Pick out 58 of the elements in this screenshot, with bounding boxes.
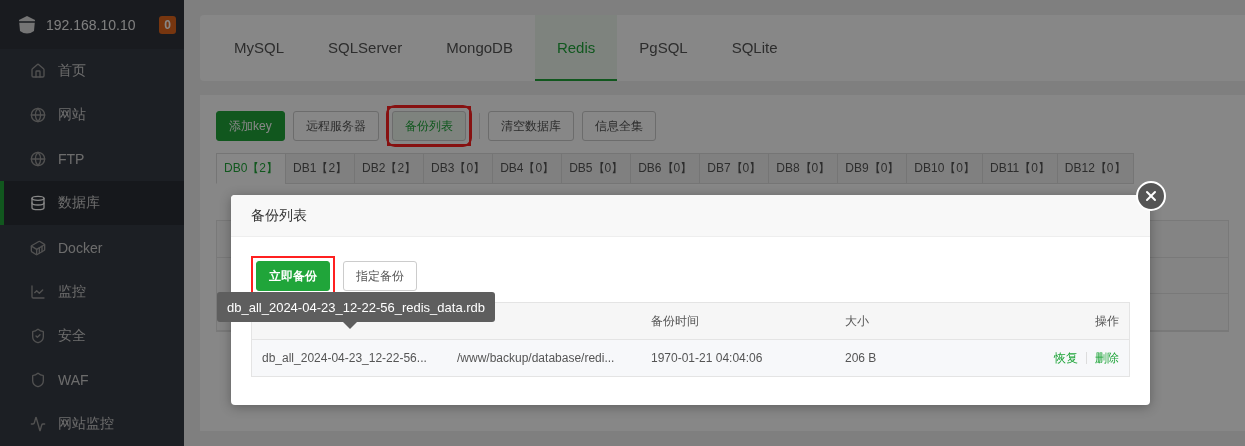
shield-icon	[30, 327, 46, 344]
table-cell-text: 206 B	[845, 351, 878, 365]
database-tab[interactable]: DB11【0】	[982, 153, 1058, 184]
backup-button[interactable]: 指定备份	[343, 261, 417, 291]
toolbar-button[interactable]: 添加key	[216, 111, 285, 141]
home-icon	[30, 63, 46, 80]
table-cell-text: 1970-01-21 04:04:06	[651, 351, 764, 365]
database-tab[interactable]: DB6【0】	[630, 153, 701, 184]
table-cell-text: db_all_2024-04-23_12-22-56...	[262, 351, 428, 365]
server-address: 192.168.10.10	[46, 16, 137, 33]
shield-icon	[30, 371, 46, 388]
sidebar-item[interactable]: Docker	[0, 225, 184, 270]
globe-icon	[30, 107, 46, 124]
database-tab[interactable]: DB4【0】	[492, 153, 563, 184]
database-tab[interactable]: DB12【0】	[1056, 153, 1134, 184]
sidebar-item[interactable]: WAF	[0, 357, 184, 402]
database-tab[interactable]: DB7【0】	[699, 153, 770, 184]
sidebar-item[interactable]: 网站监控	[0, 401, 184, 446]
container-icon	[30, 239, 46, 256]
tooltip-pointer	[343, 322, 357, 329]
globe-icon	[30, 151, 46, 168]
table-cell-text: /www/backup/database/redi...	[457, 351, 616, 365]
database-type-tab[interactable]: MongoDB	[424, 15, 535, 81]
database-tab[interactable]: DB9【0】	[837, 153, 908, 184]
database-tab[interactable]: DB8【0】	[768, 153, 839, 184]
server-logo-icon	[18, 14, 36, 35]
dialog-title: 备份列表	[251, 206, 307, 225]
action-link[interactable]: 恢复	[1054, 349, 1078, 367]
close-icon	[1143, 188, 1159, 204]
sidebar-item[interactable]: 数据库	[0, 181, 184, 226]
toolbar-button[interactable]: 信息全集	[581, 111, 656, 141]
database-type-tab[interactable]: MySQL	[212, 15, 306, 81]
column-header: 备份时间	[651, 312, 700, 330]
column-header: 操作	[1095, 312, 1119, 330]
sidebar-item[interactable]: 监控	[0, 269, 184, 314]
sidebar-item[interactable]: 安全	[0, 313, 184, 358]
toolbar-button[interactable]: 清空数据库	[487, 111, 574, 141]
database-type-tab[interactable]: SQLite	[709, 15, 800, 81]
sidebar-item[interactable]: 首页	[0, 49, 184, 94]
database-type-tab[interactable]: Redis	[534, 15, 618, 81]
database-tab[interactable]: DB0【2】	[216, 153, 287, 184]
toolbar-button[interactable]: 远程服务器	[292, 111, 379, 141]
column-header: 大小	[845, 312, 870, 330]
chart-icon	[30, 283, 46, 300]
database-icon	[30, 195, 46, 212]
database-tab[interactable]: DB1【2】	[285, 153, 356, 184]
notification-badge[interactable]: 0	[159, 15, 176, 34]
database-tab[interactable]: DB3【0】	[423, 153, 494, 184]
filename-tooltip: db_all_2024-04-23_12-22-56_redis_data.rdb	[217, 292, 496, 322]
database-tab[interactable]: DB5【0】	[561, 153, 632, 184]
database-type-tab[interactable]: SQLServer	[306, 15, 425, 81]
sidebar-item[interactable]: 网站	[0, 93, 184, 138]
pulse-icon	[30, 415, 46, 432]
database-tab[interactable]: DB2【2】	[354, 153, 425, 184]
action-link[interactable]: 删除	[1095, 349, 1119, 367]
database-tab[interactable]: DB10【0】	[906, 153, 983, 184]
database-type-tab[interactable]: PgSQL	[617, 15, 710, 81]
backup-button[interactable]: 立即备份	[256, 261, 330, 291]
